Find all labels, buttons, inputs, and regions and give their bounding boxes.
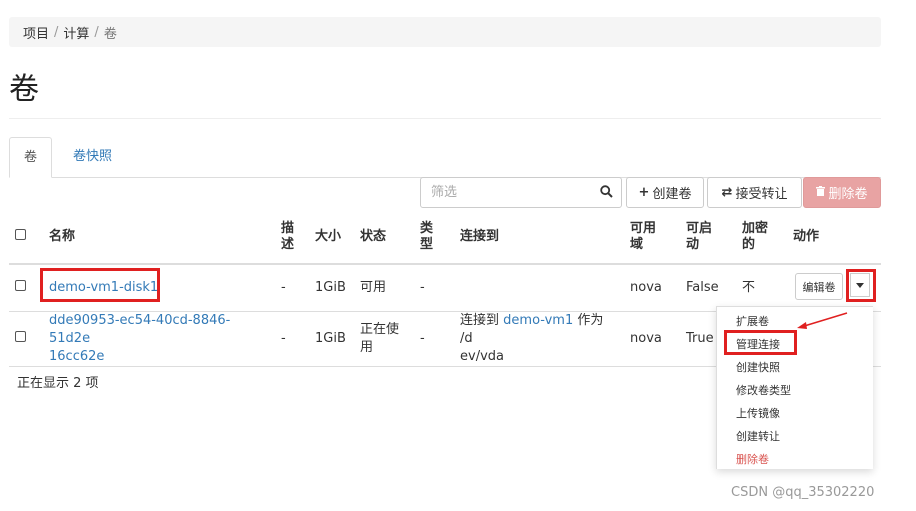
column-header-actions: 动作 [787, 211, 881, 265]
volume-size: 1GiB [309, 311, 354, 367]
accept-transfer-label: 接受转让 [735, 187, 788, 202]
row-select-cell [9, 264, 43, 312]
volume-attached-to: 连接到 demo-vm1 作为 /d ev/vda [454, 311, 624, 367]
breadcrumb: 项目 / 计算 / 卷 [9, 17, 881, 47]
attach-prefix: 连接到 [460, 313, 500, 328]
accept-transfer-button[interactable]: ⇄ 接受转让 [707, 177, 802, 208]
exchange-icon: ⇄ [721, 185, 733, 200]
menu-item-change-volume-type[interactable]: 修改卷类型 [736, 382, 791, 398]
column-header-name[interactable]: 名称 [43, 211, 275, 265]
create-volume-label: 创建卷 [652, 187, 692, 202]
menu-item-extend-volume[interactable]: 扩展卷 [736, 313, 769, 329]
row-checkbox[interactable] [15, 280, 26, 291]
menu-item-create-snapshot[interactable]: 创建快照 [736, 359, 780, 375]
column-header-type-l1: 类 [420, 221, 434, 236]
volume-status: 可用 [354, 264, 414, 312]
attach-device-tail: ev/vda [460, 349, 504, 364]
volume-status: 正在使用 [354, 311, 414, 367]
volume-name-part: 16cc62e [49, 349, 105, 364]
column-header-attached-to: 连接到 [454, 211, 624, 265]
volume-description: - [275, 264, 309, 312]
volume-status-part: 用 [360, 340, 374, 355]
column-header-type-l2: 型 [420, 237, 434, 252]
watermark: CSDN @qq_35302220 [731, 485, 875, 500]
search-icon[interactable] [600, 185, 613, 202]
caret-down-icon [850, 273, 870, 297]
tab-volume-snapshots[interactable]: 卷快照 [59, 137, 126, 177]
column-header-description-l1: 描 [281, 221, 295, 236]
volume-bootable: False [680, 264, 736, 312]
volume-encrypted: 不 [736, 264, 787, 312]
column-header-bootable-l1: 可启 [686, 221, 713, 236]
select-all-checkbox[interactable] [15, 229, 26, 240]
filter-input[interactable] [429, 178, 593, 207]
breadcrumb-item-volumes: 卷 [103, 26, 117, 42]
volume-availability-zone: nova [624, 311, 680, 367]
select-all-cell [9, 211, 43, 265]
row-checkbox[interactable] [15, 331, 26, 342]
volume-size: 1GiB [309, 264, 354, 312]
breadcrumb-separator: / [54, 24, 59, 40]
column-header-size: 大小 [309, 211, 354, 265]
menu-item-create-transfer[interactable]: 创建转让 [736, 428, 780, 444]
column-header-availability-zone: 可用域 [624, 211, 680, 265]
tab-volumes[interactable]: 卷 [9, 137, 53, 178]
instance-link[interactable]: demo-vm1 [503, 313, 573, 328]
filter-input-group [420, 177, 622, 208]
column-header-description: 描述 [275, 211, 309, 265]
manage-attachments-highlight-box [724, 330, 797, 355]
volume-type: - [414, 264, 454, 312]
divider [9, 118, 881, 119]
breadcrumb-item-compute[interactable]: 计算 [63, 23, 89, 42]
column-header-bootable-l2: 动 [686, 237, 700, 252]
column-header-encrypted: 加密的 [736, 211, 787, 265]
column-header-encrypted-l1: 加密 [742, 221, 769, 236]
trash-icon [816, 185, 826, 200]
edit-volume-button[interactable]: 编辑卷 [795, 273, 843, 300]
volume-name-part: dde90953-ec54-40cd-8846-51d2e [49, 313, 231, 346]
item-count: 正在显示 2 项 [17, 376, 99, 391]
volume-type: - [414, 311, 454, 367]
volume-status-part: 正在使 [360, 322, 400, 337]
column-header-az-l2: 域 [630, 237, 644, 252]
menu-item-delete-volume[interactable]: 删除卷 [736, 451, 769, 467]
delete-volumes-label: 删除卷 [828, 187, 868, 202]
tab-bar: 卷 卷快照 [9, 137, 881, 178]
volume-availability-zone: nova [624, 264, 680, 312]
volume-description: - [275, 311, 309, 367]
column-header-encrypted-l2: 的 [742, 237, 756, 252]
page-title: 卷 [9, 72, 39, 107]
breadcrumb-separator: / [94, 24, 99, 40]
name-highlight-box [40, 268, 160, 302]
volume-name-link[interactable]: dde90953-ec54-40cd-8846-51d2e 16cc62e [49, 313, 230, 364]
column-header-az-l1: 可用 [630, 221, 657, 236]
menu-item-upload-image[interactable]: 上传镜像 [736, 405, 780, 421]
column-header-description-l2: 述 [281, 237, 295, 252]
volume-name-cell: dde90953-ec54-40cd-8846-51d2e 16cc62e [43, 311, 275, 367]
column-header-type: 类型 [414, 211, 454, 265]
table-header-row: 名称 描述 大小 状态 类型 连接到 可用域 可启动 加密的 动作 [9, 211, 881, 265]
plus-icon: + [638, 185, 650, 200]
row-select-cell [9, 311, 43, 367]
create-volume-button[interactable]: + 创建卷 [626, 177, 704, 208]
column-header-status: 状态 [354, 211, 414, 265]
column-header-bootable: 可启动 [680, 211, 736, 265]
action-dropdown-toggle[interactable] [846, 269, 876, 302]
annotation-arrow-icon [797, 312, 848, 329]
delete-volumes-button[interactable]: 删除卷 [803, 177, 881, 208]
breadcrumb-item-project[interactable]: 项目 [23, 23, 49, 42]
volume-attached-to [454, 264, 624, 312]
